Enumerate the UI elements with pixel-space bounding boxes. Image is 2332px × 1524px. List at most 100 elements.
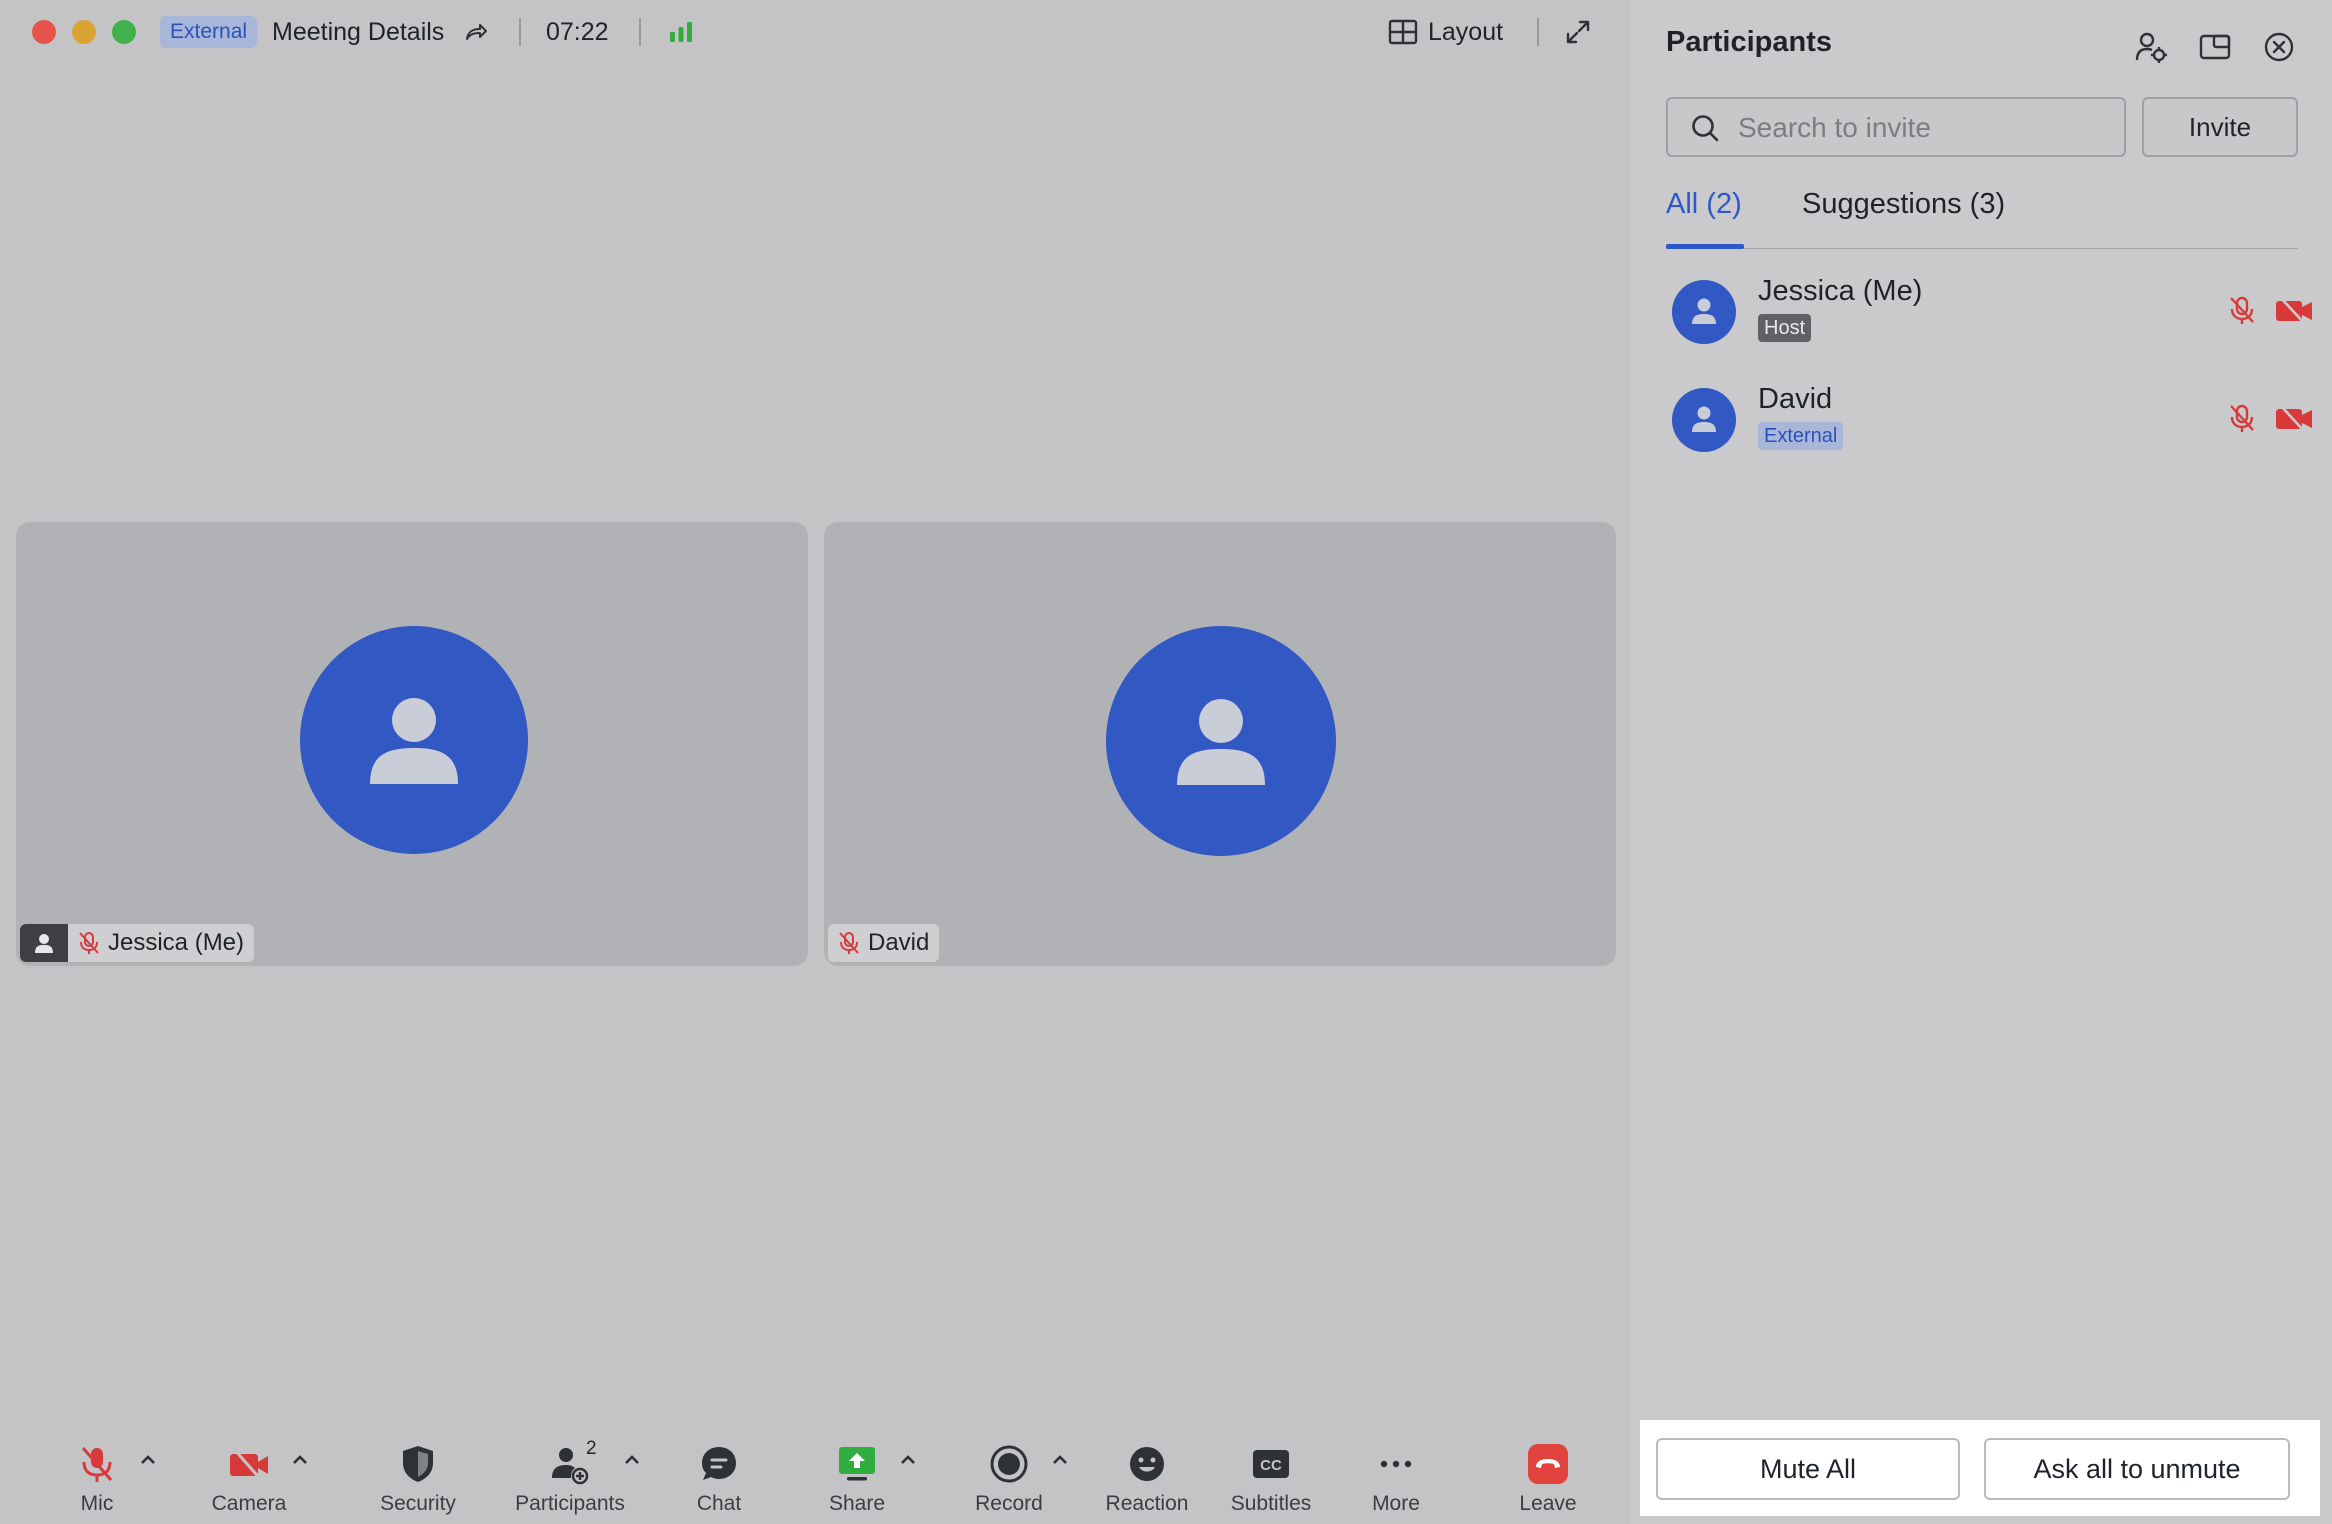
mic-off-icon bbox=[79, 932, 99, 954]
search-icon bbox=[1692, 115, 1719, 142]
participants-count: 2 bbox=[586, 1438, 597, 1459]
invite-button[interactable]: Invite bbox=[2142, 97, 2298, 157]
participant-settings-icon[interactable] bbox=[2134, 30, 2168, 64]
security-button[interactable]: Security bbox=[378, 1420, 458, 1516]
camera-button[interactable]: Camera bbox=[210, 1420, 288, 1516]
tile-name-tag: Jessica (Me) bbox=[20, 924, 255, 962]
divider bbox=[519, 18, 521, 46]
close-icon[interactable] bbox=[2262, 30, 2296, 64]
tab-all[interactable]: All (2) bbox=[1666, 186, 1742, 222]
share-label: Share bbox=[828, 1492, 886, 1515]
mic-off-icon bbox=[81, 1447, 113, 1482]
user-icon bbox=[370, 698, 458, 784]
share-link-icon[interactable] bbox=[462, 18, 490, 46]
user-icon bbox=[1692, 298, 1716, 324]
meeting-timer: 07:22 bbox=[546, 18, 609, 46]
record-label: Record bbox=[975, 1492, 1043, 1515]
video-tile[interactable]: Jessica (Me) bbox=[16, 522, 808, 966]
participant-name: Jessica (Me) bbox=[1758, 275, 1923, 307]
search-input[interactable] bbox=[1736, 99, 2120, 157]
mute-all-button[interactable]: Mute All bbox=[1656, 1438, 1960, 1500]
participant-name: David bbox=[1758, 383, 1833, 415]
chat-label: Chat bbox=[696, 1492, 742, 1515]
layout-icon bbox=[1388, 19, 1418, 45]
external-badge: External bbox=[160, 16, 258, 48]
camera-off-icon[interactable] bbox=[2274, 294, 2314, 326]
window-close-button[interactable] bbox=[32, 20, 56, 44]
camera-off-icon[interactable] bbox=[2274, 402, 2314, 434]
participants-button[interactable]: 2 Participants bbox=[512, 1420, 628, 1516]
leave-label: Leave bbox=[1519, 1492, 1577, 1515]
participant-row[interactable]: Jessica (Me) Host bbox=[1666, 272, 2312, 356]
tile-name: Jessica (Me) bbox=[108, 929, 245, 956]
video-tile[interactable]: David bbox=[824, 522, 1616, 966]
expand-icon[interactable] bbox=[1562, 16, 1594, 48]
user-icon bbox=[1692, 406, 1716, 432]
reaction-button[interactable]: Reaction bbox=[1104, 1420, 1190, 1516]
participant-row[interactable]: David External bbox=[1666, 380, 2312, 464]
more-icon bbox=[1380, 1460, 1412, 1468]
camera-label: Camera bbox=[211, 1492, 287, 1515]
active-tab-indicator bbox=[1666, 244, 1744, 249]
window-minimize-button[interactable] bbox=[72, 20, 96, 44]
divider bbox=[639, 18, 641, 46]
external-badge: External bbox=[1758, 422, 1844, 450]
more-button[interactable]: More bbox=[1368, 1420, 1424, 1516]
avatar bbox=[1106, 626, 1336, 856]
meeting-toolbar: Mic Camera Security 2 Participants Chat … bbox=[0, 1420, 1630, 1524]
host-badge: Host bbox=[1758, 314, 1812, 342]
avatar bbox=[1672, 388, 1736, 452]
avatar bbox=[300, 626, 528, 854]
signal-icon[interactable] bbox=[666, 18, 696, 46]
user-icon bbox=[1177, 699, 1265, 785]
window-zoom-button[interactable] bbox=[112, 20, 136, 44]
layout-button[interactable]: Layout bbox=[1388, 12, 1503, 52]
participants-panel: Participants Invite All (2) Suggestions … bbox=[1630, 0, 2332, 1524]
mic-off-icon[interactable] bbox=[2226, 294, 2258, 326]
chat-button[interactable]: Chat bbox=[694, 1420, 744, 1516]
layout-label: Layout bbox=[1428, 17, 1504, 46]
share-button[interactable]: Share bbox=[828, 1420, 886, 1516]
panel-actions: Mute All Ask all to unmute bbox=[1640, 1420, 2320, 1516]
record-icon bbox=[990, 1445, 1028, 1483]
search-field[interactable] bbox=[1666, 97, 2126, 157]
ask-all-unmute-button[interactable]: Ask all to unmute bbox=[1984, 1438, 2290, 1500]
chevron-up-icon[interactable] bbox=[138, 1450, 158, 1470]
mic-button[interactable]: Mic bbox=[72, 1420, 122, 1516]
record-button[interactable]: Record bbox=[974, 1420, 1044, 1516]
meeting-details-link[interactable]: Meeting Details bbox=[272, 14, 444, 50]
divider bbox=[1537, 18, 1539, 46]
svg-text:CC: CC bbox=[1260, 1457, 1282, 1474]
chevron-up-icon[interactable] bbox=[898, 1450, 918, 1470]
user-icon bbox=[35, 934, 53, 953]
self-view-icon bbox=[20, 924, 68, 962]
share-screen-icon bbox=[839, 1447, 875, 1481]
camera-off-icon bbox=[230, 1447, 268, 1483]
tab-suggestions[interactable]: Suggestions (3) bbox=[1802, 186, 2005, 222]
subtitles-icon: CC bbox=[1253, 1450, 1289, 1478]
more-label: More bbox=[1372, 1492, 1420, 1515]
chevron-up-icon[interactable] bbox=[1050, 1450, 1070, 1470]
tile-name-tag: David bbox=[828, 924, 940, 962]
leave-button[interactable]: Leave bbox=[1519, 1420, 1577, 1516]
mic-label: Mic bbox=[80, 1492, 114, 1515]
subtitles-button[interactable]: CC Subtitles bbox=[1228, 1420, 1314, 1516]
reaction-icon bbox=[1130, 1447, 1164, 1481]
meeting-stage: External Meeting Details 07:22 Layout Je… bbox=[0, 0, 1630, 1524]
avatar bbox=[1672, 280, 1736, 344]
pop-out-icon[interactable] bbox=[2198, 30, 2232, 64]
chat-icon bbox=[702, 1447, 736, 1480]
shield-icon bbox=[403, 1446, 433, 1482]
chevron-up-icon[interactable] bbox=[290, 1450, 310, 1470]
participants-icon-wrap: 2 bbox=[548, 1438, 597, 1486]
security-label: Security bbox=[380, 1492, 456, 1515]
panel-title: Participants bbox=[1666, 26, 1832, 58]
mic-off-icon[interactable] bbox=[2226, 402, 2258, 434]
tabs-divider bbox=[1666, 248, 2298, 249]
subtitles-label: Subtitles bbox=[1230, 1492, 1312, 1515]
chevron-up-icon[interactable] bbox=[622, 1450, 642, 1470]
tile-name: David bbox=[868, 929, 930, 956]
leave-icon bbox=[1528, 1444, 1568, 1484]
title-bar: External Meeting Details 07:22 Layout bbox=[0, 0, 1630, 64]
mic-off-icon bbox=[839, 932, 859, 954]
